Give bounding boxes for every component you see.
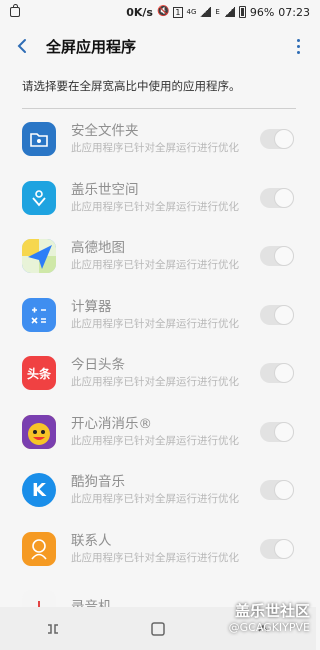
app-name: 今日头条 (71, 357, 125, 374)
toggle-knob (274, 304, 294, 325)
app-text: 计算器此应用程序已针对全屏运行进行优化 (71, 298, 260, 332)
back-arrow-icon (17, 39, 26, 53)
watermark-title: 盖乐世社区 (234, 602, 310, 620)
toggle-knob (274, 480, 294, 501)
fullscreen-toggle[interactable] (260, 480, 294, 501)
toggle-knob (274, 421, 294, 442)
signal-icon (200, 7, 212, 17)
fullscreen-toggle[interactable] (260, 129, 294, 150)
app-row[interactable]: 联系人此应用程序已针对全屏运行进行优化 (0, 520, 316, 579)
toggle-knob (274, 187, 294, 208)
back-button[interactable] (0, 24, 44, 68)
amap-icon (22, 239, 56, 274)
fullscreen-toggle[interactable] (260, 304, 294, 325)
fullscreen-toggle[interactable] (260, 421, 294, 442)
app-row[interactable]: 高德地图此应用程序已针对全屏运行进行优化 (0, 227, 316, 286)
app-text: 今日头条此应用程序已针对全屏运行进行优化 (71, 356, 260, 390)
app-row[interactable]: 安全文件夹此应用程序已针对全屏运行进行优化 (0, 110, 316, 169)
app-name: 联系人 (71, 532, 112, 549)
signal-icon-2 (223, 7, 235, 17)
contacts-icon (22, 531, 56, 566)
battery-icon (238, 6, 246, 18)
secure-folder-icon (22, 122, 56, 157)
app-subtitle: 此应用程序已针对全屏运行进行优化 (71, 200, 239, 213)
app-text: 高德地图此应用程序已针对全屏运行进行优化 (71, 239, 260, 273)
watermark-handle: @GCAGKIYPVE (228, 621, 310, 634)
app-row[interactable]: 头条 今日头条此应用程序已针对全屏运行进行优化 (0, 344, 316, 403)
battery-level: 96% (249, 5, 275, 19)
recent-apps-icon (47, 623, 58, 634)
app-text: 开心消消乐® 此应用程序已针对全屏运行进行优化 (71, 415, 260, 449)
app-subtitle: 此应用程序已针对全屏运行进行优化 (71, 317, 239, 330)
app-subtitle: 此应用程序已针对全屏运行进行优化 (71, 434, 239, 447)
app-name: 盖乐世空间 (71, 181, 139, 198)
more-vertical-icon (296, 38, 300, 54)
home-icon (151, 621, 165, 636)
calculator-icon (22, 297, 56, 332)
edge-icon: E (215, 7, 220, 16)
shopping-bag-icon (10, 4, 20, 17)
kugou-icon: K (22, 473, 56, 508)
app-text: 安全文件夹此应用程序已针对全屏运行进行优化 (71, 122, 260, 156)
toggle-knob (274, 129, 294, 150)
fullscreen-toggle[interactable] (260, 363, 294, 384)
app-text: 盖乐世空间此应用程序已针对全屏运行进行优化 (71, 181, 260, 215)
app-row[interactable]: K 酷狗音乐此应用程序已针对全屏运行进行优化 (0, 461, 316, 520)
toggle-knob (274, 246, 294, 267)
app-subtitle: 此应用程序已针对全屏运行进行优化 (71, 493, 239, 506)
galaxy-space-icon (22, 180, 56, 215)
watermark: 盖乐世社区 @GCAGKIYPVE (229, 600, 310, 634)
app-name: 安全文件夹 (71, 123, 139, 140)
app-subtitle: 此应用程序已针对全屏运行进行优化 (71, 551, 239, 564)
mute-icon: 🔇 (156, 6, 170, 17)
network-type: 4G (186, 7, 197, 16)
app-name: 酷狗音乐 (71, 474, 125, 491)
app-name: 计算器 (71, 298, 112, 315)
app-text: 酷狗音乐此应用程序已针对全屏运行进行优化 (71, 473, 260, 507)
clock: 07:23 (278, 5, 310, 19)
app-bar: 全屏应用程序 (0, 24, 316, 68)
happy-elimination-icon (22, 414, 56, 449)
app-subtitle: 此应用程序已针对全屏运行进行优化 (71, 142, 239, 155)
recent-apps-button[interactable] (33, 609, 73, 649)
app-row[interactable]: 盖乐世空间此应用程序已针对全屏运行进行优化 (0, 169, 316, 228)
toutiao-icon: 头条 (22, 356, 56, 391)
toggle-knob (274, 538, 294, 559)
home-button[interactable] (138, 609, 178, 649)
app-text: 联系人此应用程序已针对全屏运行进行优化 (71, 532, 260, 566)
app-name: 开心消消乐® (71, 415, 152, 432)
description-text: 请选择要在全屏宽高比中使用的应用程序。 (22, 79, 241, 93)
fullscreen-toggle[interactable] (260, 538, 294, 559)
app-row[interactable]: 开心消消乐® 此应用程序已针对全屏运行进行优化 (0, 403, 316, 462)
page-title: 全屏应用程序 (46, 37, 137, 56)
app-subtitle: 此应用程序已针对全屏运行进行优化 (71, 376, 239, 389)
divider (22, 108, 296, 109)
fullscreen-toggle[interactable] (260, 187, 294, 208)
sim-icon: 1 (173, 6, 183, 18)
app-list: 安全文件夹 此应用程序已针对全屏运行进行优化 盖乐世空间 此应用程序已针对全屏运行进行… (0, 110, 316, 637)
more-options-button[interactable] (280, 24, 316, 68)
app-subtitle: 此应用程序已针对全屏运行进行优化 (71, 259, 239, 272)
status-bar: 0K/s 🔇 1 4G E 96% 07:23 (0, 0, 316, 24)
fullscreen-toggle[interactable] (260, 246, 294, 267)
app-row[interactable]: 计算器此应用程序已针对全屏运行进行优化 (0, 286, 316, 345)
app-name: 高德地图 (71, 240, 125, 257)
network-speed: 0K/s (126, 5, 153, 19)
toggle-knob (274, 363, 294, 384)
